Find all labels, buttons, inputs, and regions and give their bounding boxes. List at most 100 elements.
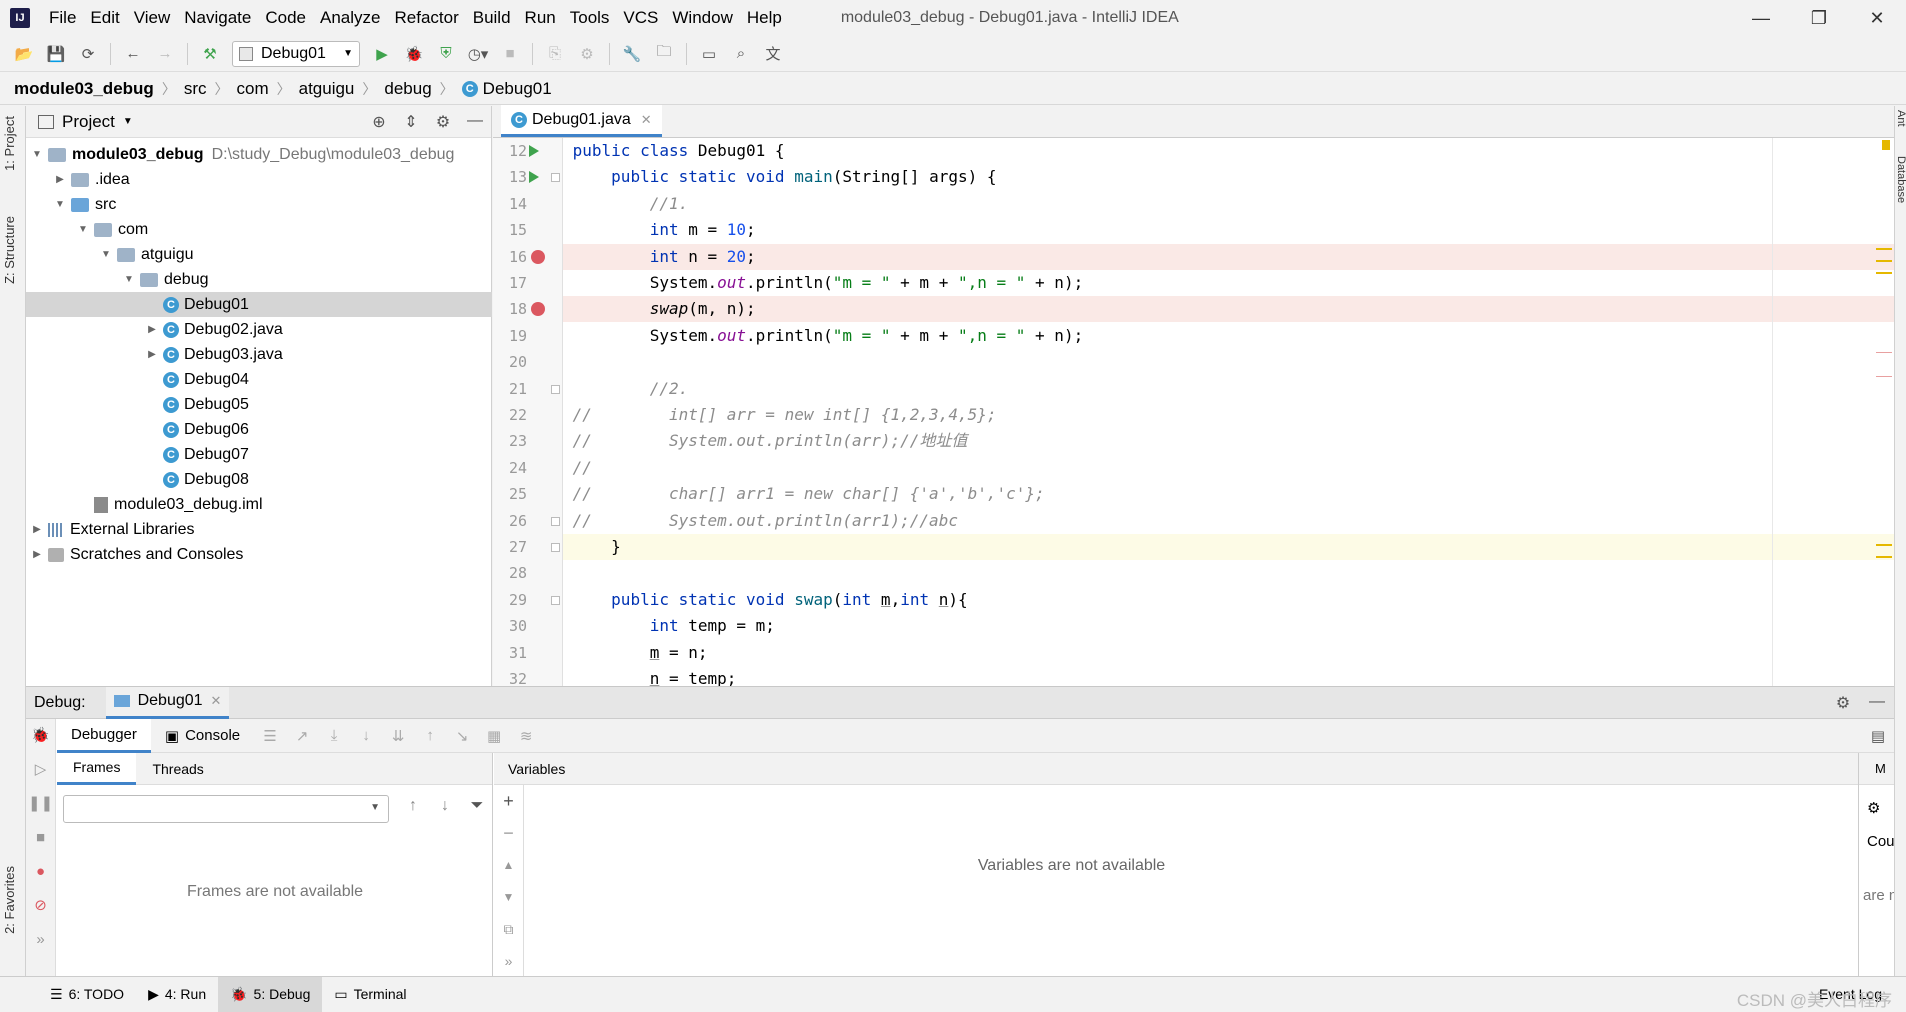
attach-icon[interactable]: ⎘ <box>542 41 568 67</box>
breadcrumb-item[interactable]: module03_debug <box>14 79 154 99</box>
sync-icon[interactable]: ⟳ <box>75 41 101 67</box>
stripe-mark[interactable] <box>1876 260 1892 262</box>
hide-icon[interactable]: — <box>459 112 491 132</box>
tree-item[interactable]: C Debug01 <box>26 292 492 317</box>
tree-item[interactable]: C Debug05 <box>26 392 492 417</box>
filter-icon[interactable]: ⏷ <box>461 797 493 815</box>
fold-icon[interactable] <box>551 384 560 394</box>
code-line[interactable]: public class Debug01 { <box>563 138 1894 164</box>
code-line[interactable]: // int[] arr = new int[] {1,2,3,4,5}; <box>563 402 1894 428</box>
close-session-icon[interactable]: ✕ <box>211 693 222 709</box>
code-line[interactable]: // System.out.println(arr1);//abc <box>563 508 1894 534</box>
tab-database[interactable]: Database <box>1895 156 1906 203</box>
layout-icon[interactable]: ☰ <box>254 727 286 745</box>
tree-item[interactable]: ▶ .idea <box>26 167 492 192</box>
trace-icon[interactable]: ≋ <box>510 727 542 745</box>
tab-project[interactable]: 1: Project <box>2 116 17 171</box>
code-line[interactable]: //1. <box>563 191 1894 217</box>
menu-tools[interactable]: Tools <box>563 0 617 36</box>
stop-icon[interactable]: ■ <box>26 821 55 855</box>
tab-debug[interactable]: 🐞 5: Debug <box>218 976 323 1012</box>
chevron-down-icon[interactable]: ▼ <box>99 249 113 260</box>
code-area[interactable]: public class Debug01 { public static voi… <box>563 138 1894 686</box>
stripe-mark[interactable] <box>1876 248 1892 250</box>
locate-icon[interactable]: ⊕ <box>363 112 395 132</box>
more-icon[interactable]: » <box>494 945 523 977</box>
chevron-down-icon[interactable]: ▼ <box>53 199 67 210</box>
pause-icon[interactable]: ❚❚ <box>26 787 55 821</box>
menu-code[interactable]: Code <box>258 0 313 36</box>
open-folder-icon[interactable]: 📂 <box>11 41 37 67</box>
code-line[interactable]: public static void main(String[] args) { <box>563 164 1894 190</box>
close-tab-icon[interactable]: ✕ <box>641 112 652 128</box>
minimize-icon[interactable]: — <box>1732 0 1790 36</box>
tab-todo[interactable]: ☰ 6: TODO <box>38 977 136 1012</box>
code-line[interactable]: public static void swap(int m,int n){ <box>563 587 1894 613</box>
tree-item[interactable]: ▶ C Debug03.java <box>26 342 492 367</box>
chevron-down-icon[interactable]: ▼ <box>76 224 90 235</box>
profile-icon[interactable]: ◷▾ <box>465 41 491 67</box>
menu-help[interactable]: Help <box>740 0 789 36</box>
tab-frames[interactable]: Frames <box>57 752 137 785</box>
code-line[interactable]: int temp = m; <box>563 613 1894 639</box>
view-breakpoints-icon[interactable]: ● <box>26 855 55 889</box>
tree-item[interactable]: ▼ atguigu <box>26 242 492 267</box>
breadcrumb-item[interactable]: com <box>236 79 268 99</box>
debug-icon[interactable]: 🐞 <box>401 41 427 67</box>
copy-icon[interactable]: ⧉ <box>494 913 523 945</box>
gear-icon[interactable]: ⚙ <box>1826 693 1860 713</box>
project-panel-title[interactable]: Project <box>62 112 115 132</box>
chevron-down-icon[interactable]: ▼ <box>123 116 133 127</box>
settings-wrench-icon[interactable]: 🔧 <box>619 41 645 67</box>
step-over-icon[interactable]: ⤓ <box>318 727 350 744</box>
evaluate-expression-icon[interactable]: ▦ <box>478 727 510 745</box>
stop-icon[interactable]: ■ <box>497 41 523 67</box>
code-line[interactable]: System.out.println("m = " + m + ",n = " … <box>563 270 1894 296</box>
save-icon[interactable]: 💾 <box>43 41 69 67</box>
forward-icon[interactable]: → <box>152 41 178 67</box>
code-line[interactable]: System.out.println("m = " + m + ",n = " … <box>563 323 1894 349</box>
stripe-mark[interactable] <box>1876 272 1892 274</box>
chevron-right-icon[interactable]: ▶ <box>145 324 159 335</box>
tree-item[interactable]: ▶ External Libraries <box>26 517 492 542</box>
breadcrumb-item[interactable]: C Debug01 <box>461 79 552 99</box>
menu-vcs[interactable]: VCS <box>616 0 665 36</box>
code-line[interactable]: m = n; <box>563 640 1894 666</box>
fold-icon[interactable] <box>551 516 560 526</box>
code-line[interactable] <box>563 560 1894 586</box>
menu-refactor[interactable]: Refactor <box>387 0 465 36</box>
tree-item[interactable]: C Debug04 <box>26 367 492 392</box>
breadcrumb-item[interactable]: debug <box>384 79 431 99</box>
code-line[interactable]: int n = 20; <box>563 243 1894 270</box>
chevron-right-icon[interactable]: ▶ <box>30 549 44 560</box>
code-line[interactable]: // char[] arr1 = new char[] {'a','b','c'… <box>563 481 1894 507</box>
mute-breakpoints-icon[interactable]: ⊘ <box>26 889 55 923</box>
fold-icon[interactable] <box>551 543 560 552</box>
restore-icon[interactable]: ❐ <box>1790 0 1848 36</box>
editor-tab-debug01[interactable]: C Debug01.java ✕ <box>501 105 662 137</box>
presentation-icon[interactable]: ▭ <box>696 41 722 67</box>
breakpoint-icon[interactable] <box>531 302 545 317</box>
tree-item[interactable]: ▼ com <box>26 217 492 242</box>
tab-threads[interactable]: Threads <box>136 753 219 785</box>
breadcrumb-item[interactable]: atguigu <box>299 79 355 99</box>
code-line[interactable]: // System.out.println(arr);//地址值 <box>563 428 1894 454</box>
menu-analyze[interactable]: Analyze <box>313 0 387 36</box>
hide-icon[interactable]: — <box>1860 693 1894 713</box>
code-line[interactable]: n = temp; <box>563 666 1894 686</box>
code-line[interactable]: // <box>563 455 1894 481</box>
collapse-all-icon[interactable]: ⇕ <box>395 112 427 132</box>
code-line[interactable]: } <box>563 534 1894 560</box>
step-into-icon[interactable]: ↓ <box>350 727 382 744</box>
resume-icon[interactable]: ▷ <box>26 753 55 787</box>
search-icon[interactable]: ⌕ <box>728 41 754 67</box>
gear-icon[interactable]: ⚙ <box>427 112 459 132</box>
editor-gutter[interactable]: 12 13 14 15 16 17 18 19 20 21 22 23 24 25 26 27 28 29 30 31… <box>493 138 563 688</box>
fold-icon[interactable] <box>551 595 560 605</box>
thread-select[interactable]: ▼ <box>63 795 389 823</box>
breadcrumb-item[interactable]: src <box>184 79 207 99</box>
stripe-mark[interactable] <box>1876 352 1892 353</box>
tab-console[interactable]: ▣ Console <box>151 719 254 753</box>
menu-view[interactable]: View <box>127 0 178 36</box>
menu-build[interactable]: Build <box>466 0 518 36</box>
